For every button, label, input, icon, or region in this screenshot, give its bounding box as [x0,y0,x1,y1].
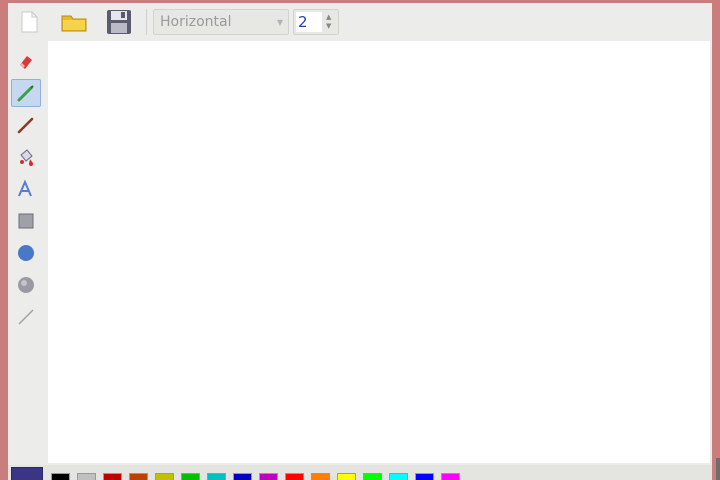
new-button[interactable] [14,8,44,36]
paint-window: Horizontal ▼ 2 ▲ ▼ [8,3,712,480]
paint-bucket-icon [20,149,33,166]
rectangle-tool[interactable] [11,207,41,235]
color-swatch[interactable] [129,473,148,480]
color-swatch[interactable] [233,473,252,480]
drawing-canvas[interactable] [48,41,710,463]
chevron-down-icon: ▼ [276,17,284,27]
color-swatch[interactable] [285,473,304,480]
rectangle-icon [18,213,34,229]
ellipse-icon [18,245,34,261]
spin-buttons[interactable]: ▲ ▼ [326,13,331,31]
brush-icon [17,117,34,134]
open-button[interactable] [59,8,89,36]
color-swatch[interactable] [77,473,96,480]
eraser-tool[interactable] [11,47,41,75]
scrollbar-edge [716,458,720,480]
text-tool[interactable] [11,175,41,203]
color-swatch[interactable] [363,473,382,480]
pencil-tool[interactable] [11,79,41,107]
toolbox [8,41,46,461]
save-button[interactable] [104,8,134,36]
color-swatch[interactable] [207,473,226,480]
rounded-shape-tool[interactable] [11,271,41,299]
orientation-value: Horizontal [160,14,232,30]
text-icon [18,179,32,197]
spin-down-icon[interactable]: ▼ [326,22,331,31]
line-width-field[interactable]: 2 [296,12,322,32]
spin-up-icon[interactable]: ▲ [326,13,331,22]
pencil-icon [17,85,34,102]
new-document-icon [21,11,38,33]
toolbar-separator [146,9,147,35]
color-swatch[interactable] [155,473,174,480]
orientation-combo[interactable]: Horizontal ▼ [153,9,289,35]
color-swatch[interactable] [311,473,330,480]
color-swatch[interactable] [259,473,278,480]
color-swatch[interactable] [51,473,70,480]
save-floppy-icon [107,10,131,34]
sphere-icon [18,277,34,293]
color-swatch[interactable] [337,473,356,480]
thin-line-icon [18,309,34,325]
color-swatch[interactable] [415,473,434,480]
open-folder-icon [61,15,87,32]
color-swatch[interactable] [181,473,200,480]
eraser-icon [20,56,32,69]
color-swatch[interactable] [389,473,408,480]
ellipse-tool[interactable] [11,239,41,267]
color-swatch[interactable] [103,473,122,480]
thin-line-tool[interactable] [11,303,41,331]
color-swatch[interactable] [441,473,460,480]
line-width-spinner[interactable]: 2 ▲ ▼ [293,9,339,35]
current-color-swatch[interactable] [11,467,43,480]
line-tool[interactable] [11,111,41,139]
color-palette [8,465,712,480]
fill-tool[interactable] [11,143,41,171]
toolbar: Horizontal ▼ 2 ▲ ▼ [8,3,712,41]
